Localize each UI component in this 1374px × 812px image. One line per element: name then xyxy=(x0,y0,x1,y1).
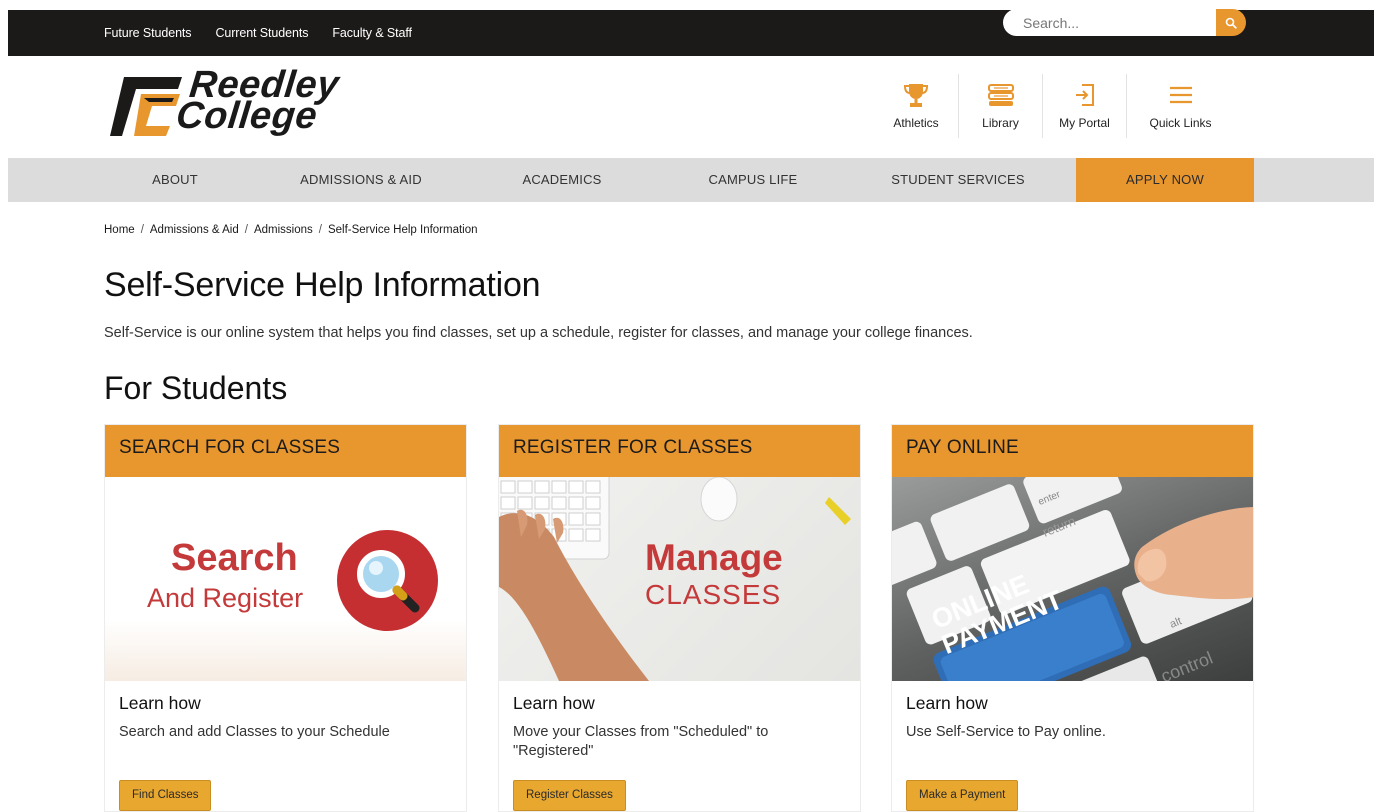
quicklink-label: Quick Links xyxy=(1149,116,1212,130)
books-icon xyxy=(986,80,1016,110)
link-current-students[interactable]: Current Students xyxy=(215,26,308,40)
main-nav: ABOUT ADMISSIONS & AID ACADEMICS CAMPUS … xyxy=(8,158,1374,202)
page-intro: Self-Service is our online system that h… xyxy=(104,325,973,341)
card-title: Learn how xyxy=(119,693,201,713)
search-button[interactable] xyxy=(1216,9,1246,36)
card-header: REGISTER FOR CLASSES xyxy=(499,425,860,477)
site-header: Reedley College Athletics Library My Por… xyxy=(8,56,1374,158)
image-heading: Manage xyxy=(645,537,783,578)
quicklink-library[interactable]: Library xyxy=(958,74,1042,138)
card-image-payment: enter return ONLINE PAYMENT alt control xyxy=(892,477,1253,681)
logo-wordmark: Reedley College xyxy=(174,64,341,137)
logo-line-2: College xyxy=(174,95,320,137)
nav-apply-now[interactable]: APPLY NOW xyxy=(1076,158,1254,202)
nav-about[interactable]: ABOUT xyxy=(104,158,246,202)
card-header: SEARCH FOR CLASSES xyxy=(105,425,466,477)
card-body: Learn how Move your Classes from "Schedu… xyxy=(499,681,860,773)
card-description: Search and add Classes to your Schedule xyxy=(119,724,390,740)
card-title: Learn how xyxy=(513,693,595,713)
section-title: For Students xyxy=(104,370,288,406)
card-image-manage: Manage CLASSES xyxy=(499,477,860,681)
magnifier-icon xyxy=(357,550,420,613)
card-image-search: Search And Register xyxy=(105,477,466,681)
search-icon xyxy=(1225,17,1237,29)
link-future-students[interactable]: Future Students xyxy=(104,26,192,40)
link-faculty-staff[interactable]: Faculty & Staff xyxy=(332,26,412,40)
page-title: Self-Service Help Information xyxy=(104,266,541,304)
card-body: Learn how Search and add Classes to your… xyxy=(105,681,466,754)
quicklink-my-portal[interactable]: My Portal xyxy=(1042,74,1126,138)
image-subheading: And Register xyxy=(147,583,304,613)
card-search-classes: SEARCH FOR CLASSES Search And Register L… xyxy=(104,424,467,812)
breadcrumb-admissions-aid[interactable]: Admissions & Aid xyxy=(150,224,239,236)
card-header: PAY ONLINE xyxy=(892,425,1253,477)
card-register-classes: REGISTER FOR CLASSES Manage CLASSES Lear… xyxy=(498,424,861,812)
image-subheading: CLASSES xyxy=(645,579,782,610)
card-title: Learn how xyxy=(906,693,988,713)
quicklink-label: Athletics xyxy=(893,116,939,130)
nav-academics[interactable]: ACADEMICS xyxy=(492,158,632,202)
breadcrumb-current: Self-Service Help Information xyxy=(327,224,478,236)
search-input[interactable] xyxy=(1023,14,1203,31)
breadcrumb-separator: / xyxy=(244,224,248,236)
find-classes-button[interactable]: Find Classes xyxy=(119,780,212,811)
college-logo[interactable]: Reedley College xyxy=(108,64,408,142)
magnifier-badge xyxy=(337,530,438,631)
nav-campus-life[interactable]: CAMPUS LIFE xyxy=(678,158,828,202)
search-field[interactable] xyxy=(1003,9,1217,36)
menu-icon xyxy=(1167,80,1195,110)
quicklink-athletics[interactable]: Athletics xyxy=(874,74,958,138)
quicklink-label: Library xyxy=(982,116,1019,130)
quick-links-bar: Athletics Library My Portal Quick Links xyxy=(874,74,1234,138)
make-payment-button[interactable]: Make a Payment xyxy=(906,780,1019,811)
quicklink-quick-links[interactable]: Quick Links xyxy=(1126,74,1234,138)
image-heading: Search xyxy=(171,537,298,579)
audience-nav: Future Students Current Students Faculty… xyxy=(104,10,412,56)
nav-student-services[interactable]: STUDENT SERVICES xyxy=(862,158,1054,202)
breadcrumb-admissions[interactable]: Admissions xyxy=(254,224,313,236)
trophy-icon xyxy=(902,80,930,110)
breadcrumb-separator: / xyxy=(318,224,322,236)
breadcrumb-separator: / xyxy=(140,224,144,236)
card-pay-online: PAY ONLINE enter return ONLINE PAYMENT a… xyxy=(891,424,1254,812)
breadcrumb-home[interactable]: Home xyxy=(104,224,135,236)
portal-login-icon xyxy=(1073,80,1097,110)
quicklink-label: My Portal xyxy=(1059,116,1110,130)
card-description: Move your Classes from "Scheduled" to "R… xyxy=(513,724,769,759)
nav-admissions-aid[interactable]: ADMISSIONS & AID xyxy=(276,158,446,202)
breadcrumb: Home / Admissions & Aid / Admissions / Self-Se… xyxy=(104,224,478,236)
card-body: Learn how Use Self-Service to Pay online… xyxy=(892,681,1253,754)
card-description: Use Self-Service to Pay online. xyxy=(906,724,1106,740)
register-classes-button[interactable]: Register Classes xyxy=(513,780,626,811)
